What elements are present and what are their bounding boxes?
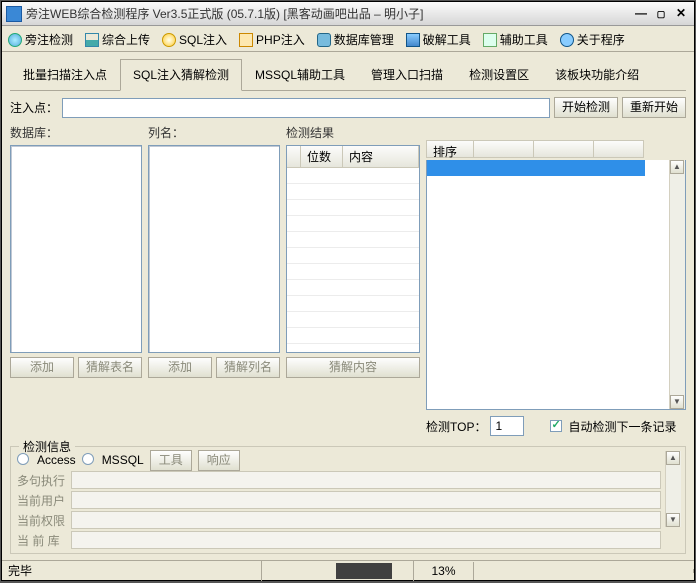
subtab-mssql-tools[interactable]: MSSQL辅助工具 [242,59,358,91]
tool-icon [406,33,420,47]
close-button[interactable] [672,6,690,22]
scroll-down-icon[interactable] [666,513,680,527]
subtab-batch-scan[interactable]: 批量扫描注入点 [10,59,120,91]
db-add-button[interactable]: 添加 [10,357,74,378]
sort-grid-header: 排序 [426,140,686,158]
main-panel: 注入点： 开始检测 重新开始 数据库： 添加 猜解表名 列名： 添加 [2,91,694,560]
tab-sql-inject[interactable]: SQL注入 [156,27,233,52]
sort-col-header[interactable]: 排序 [426,140,474,158]
progress-area [262,561,414,581]
info-scrollbar[interactable] [665,451,681,527]
restart-button[interactable]: 重新开始 [622,97,686,118]
access-radio[interactable] [17,453,29,465]
doc-icon [483,33,497,47]
selected-row[interactable] [427,160,645,176]
help-icon [560,33,574,47]
access-radio-label: Access [37,453,76,467]
main-tab-bar: 旁注检测 综合上传 SQL注入 PHP注入 数据库管理 破解工具 辅助工具 关于… [2,26,694,52]
guess-content-button[interactable]: 猜解内容 [286,357,420,378]
result-group: 检测结果 位数 内容 猜解内容 [286,122,420,436]
column-group: 列名： 添加 猜解列名 [148,122,280,436]
response-button[interactable]: 响应 [198,450,240,471]
auto-next-checkbox[interactable] [550,420,562,432]
inject-url-input[interactable] [62,98,550,118]
tab-upload[interactable]: 综合上传 [79,27,156,52]
col-group-label: 列名： [148,122,280,143]
col-content-header: 内容 [343,146,419,167]
status-ready: 完毕 [2,560,262,581]
chart-icon [85,33,99,47]
tab-php-inject[interactable]: PHP注入 [233,27,311,52]
globe-icon [8,33,22,47]
window-title: 旁注WEB综合检测程序 Ver3.5正式版 (05.7.1版) [黑客动画吧出品… [26,5,632,22]
sort-group: 排序 检测TOP： [426,122,686,436]
app-icon [6,6,22,22]
subtab-container: 批量扫描注入点 SQL注入猜解检测 MSSQL辅助工具 管理入口扫描 检测设置区… [2,52,694,91]
subtab-help[interactable]: 该板块功能介绍 [542,59,652,91]
subtab-sql-guess[interactable]: SQL注入猜解检测 [120,59,242,91]
progress-track[interactable] [268,563,407,579]
result-grid[interactable]: 位数 内容 [286,145,420,353]
scroll-up-icon[interactable] [670,160,684,174]
col-add-button[interactable]: 添加 [148,357,212,378]
top-label: 检测TOP： [426,418,486,435]
maximize-button[interactable] [652,6,670,22]
current-priv-field [71,511,661,529]
scroll-up-icon[interactable] [666,451,680,465]
inject-label: 注入点： [10,99,58,116]
mssql-radio[interactable] [82,453,94,465]
sql-icon [162,33,176,47]
tab-side-inject[interactable]: 旁注检测 [2,27,79,52]
tool-button[interactable]: 工具 [150,450,192,471]
subtab-admin-scan[interactable]: 管理入口扫描 [358,59,456,91]
auto-next-label: 自动检测下一条记录 [568,418,676,435]
subtab-settings[interactable]: 检测设置区 [456,59,542,91]
current-user-field [71,491,661,509]
window-controls [632,6,690,22]
col-guess-button[interactable]: 猜解列名 [216,357,280,378]
tab-aux-tools[interactable]: 辅助工具 [477,27,554,52]
column-listbox[interactable] [148,145,280,353]
db-guess-button[interactable]: 猜解表名 [78,357,142,378]
detect-info-group: 检测信息 Access MSSQL 工具 响应 多句执行 当前用户 当前权限 当… [10,446,686,554]
start-detect-button[interactable]: 开始检测 [554,97,618,118]
status-bar: 完毕 13% [2,560,694,580]
tab-about[interactable]: 关于程序 [554,27,631,52]
result-group-label: 检测结果 [286,122,420,143]
subtab-bar: 批量扫描注入点 SQL注入猜解检测 MSSQL辅助工具 管理入口扫描 检测设置区… [10,58,686,91]
titlebar: 旁注WEB综合检测程序 Ver3.5正式版 (05.7.1版) [黑客动画吧出品… [2,2,694,26]
detect-info-legend: 检测信息 [19,438,75,455]
inject-row: 注入点： 开始检测 重新开始 [10,97,686,118]
database-group: 数据库： 添加 猜解表名 [10,122,142,436]
minimize-button[interactable] [632,6,650,22]
current-db-field [71,531,661,549]
status-spare [474,569,694,573]
top-value-input[interactable] [490,416,524,436]
database-listbox[interactable] [10,145,142,353]
sort-grid-body[interactable] [426,160,686,410]
status-percent: 13% [414,562,474,580]
vertical-scrollbar[interactable] [669,160,685,409]
php-icon [239,33,253,47]
multi-exec-field [71,471,661,489]
db-group-label: 数据库： [10,122,142,143]
col-bits-header: 位数 [301,146,343,167]
db-icon [317,33,331,47]
tab-db-manage[interactable]: 数据库管理 [311,27,400,52]
mssql-radio-label: MSSQL [102,453,144,467]
tab-crack-tools[interactable]: 破解工具 [400,27,477,52]
app-window: 旁注WEB综合检测程序 Ver3.5正式版 (05.7.1版) [黑客动画吧出品… [1,1,695,581]
scroll-down-icon[interactable] [670,395,684,409]
progress-handle[interactable] [336,563,392,579]
